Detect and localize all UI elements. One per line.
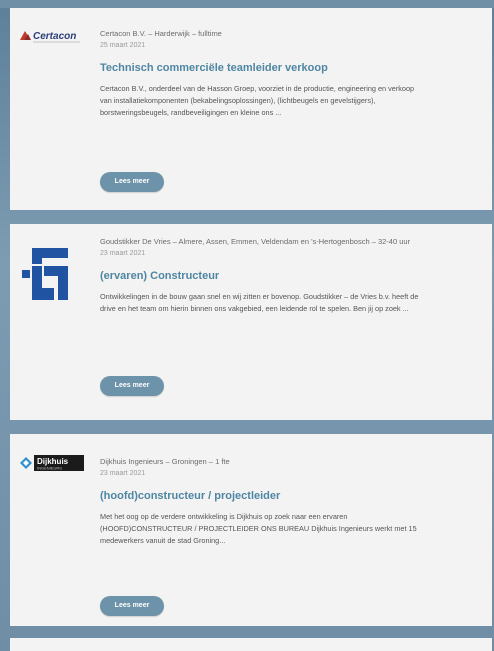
job-date: 23 maart 2021 xyxy=(100,470,146,477)
job-card: Goudstikker De Vries – Almere, Assen, Em… xyxy=(10,224,492,420)
job-title[interactable]: Technisch commerciële teamleider verkoop xyxy=(100,61,420,75)
job-meta: Dijkhuis Ingenieurs – Groningen – 1 fte xyxy=(100,457,230,466)
job-content: Goudstikker De Vries – Almere, Assen, Em… xyxy=(100,236,420,315)
top-edge xyxy=(0,0,494,8)
svg-text:INGENIEURS: INGENIEURS xyxy=(37,466,62,471)
job-content: Certacon B.V. – Harderwijk – fulltime 25… xyxy=(100,28,420,119)
job-meta: Certacon B.V. – Harderwijk – fulltime xyxy=(100,29,222,38)
job-title[interactable]: (hoofd)constructeur / projectleider xyxy=(100,489,420,503)
read-more-button[interactable]: Lees meer xyxy=(100,172,164,192)
job-description: Ontwikkelingen in de bouw gaan snel en w… xyxy=(100,292,419,313)
certacon-logo-icon: Certacon xyxy=(20,31,80,43)
read-more-button[interactable]: Lees meer xyxy=(100,596,164,616)
dijkhuis-logo-icon: Dijkhuis INGENIEURS xyxy=(20,455,84,471)
svg-text:Certacon: Certacon xyxy=(33,31,76,42)
goudstikker-logo[interactable] xyxy=(18,244,80,306)
job-content: Dijkhuis Ingenieurs – Groningen – 1 fte … xyxy=(100,456,420,547)
dijkhuis-logo[interactable]: Dijkhuis INGENIEURS xyxy=(18,454,86,472)
next-card-edge xyxy=(10,638,492,651)
goudstikker-logo-icon xyxy=(22,248,68,300)
job-date: 25 maart 2021 xyxy=(100,42,146,49)
read-more-button[interactable]: Lees meer xyxy=(100,376,164,396)
certacon-logo[interactable]: Certacon xyxy=(18,28,88,44)
job-date: 23 maart 2021 xyxy=(100,250,146,257)
job-card: Dijkhuis INGENIEURS Dijkhuis Ingenieurs … xyxy=(10,434,492,626)
job-card: Certacon Certacon B.V. – Harderwijk – fu… xyxy=(10,8,492,210)
job-title[interactable]: (ervaren) Constructeur xyxy=(100,269,420,283)
job-description: Met het oog op de verdere ontwikkeling i… xyxy=(100,512,417,545)
job-description: Certacon B.V., onderdeel van de Hasson G… xyxy=(100,84,415,117)
job-meta: Goudstikker De Vries – Almere, Assen, Em… xyxy=(100,237,411,246)
job-list: Certacon Certacon B.V. – Harderwijk – fu… xyxy=(10,8,492,626)
